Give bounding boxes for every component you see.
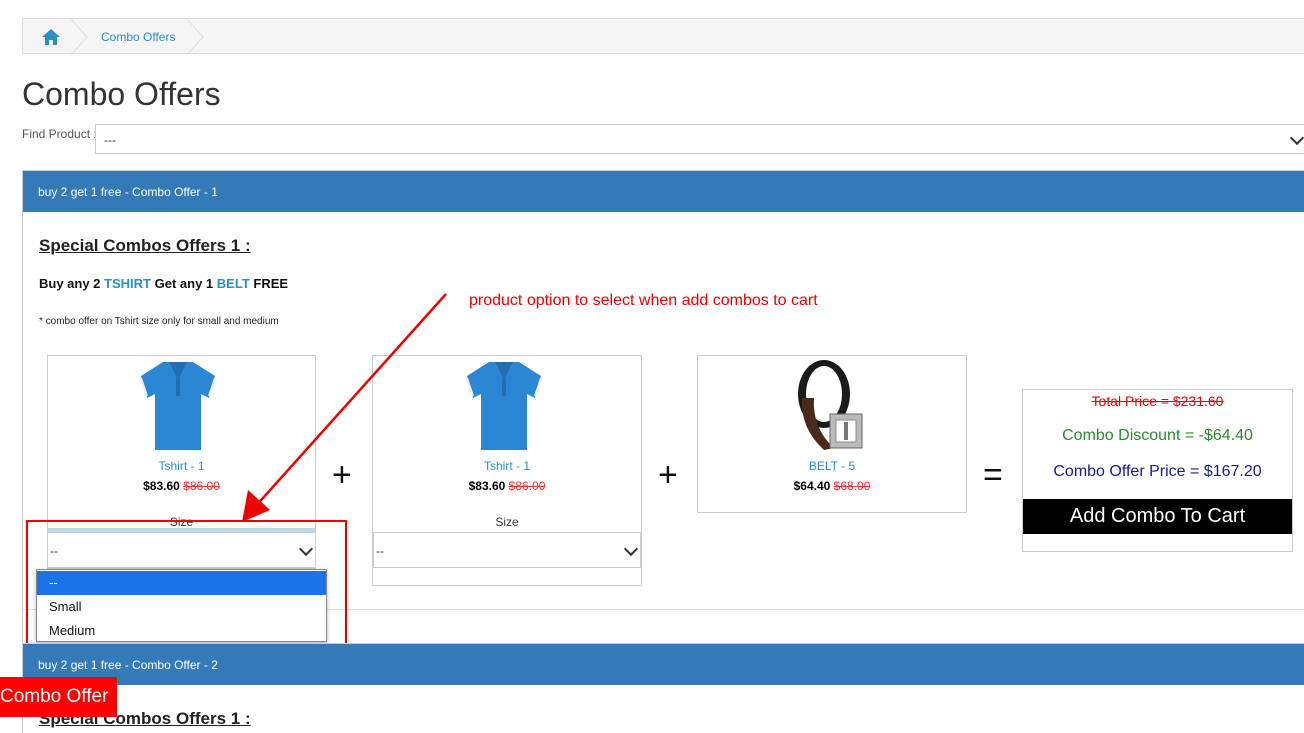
home-icon[interactable] bbox=[41, 28, 61, 46]
product-card-3: BELT - 5 $64.40 $68.00 bbox=[697, 355, 967, 513]
plus-sign: + bbox=[658, 456, 678, 494]
combo-offer-header-1: buy 2 get 1 free - Combo Offer - 1 bbox=[23, 171, 1304, 212]
price-old: $86.00 bbox=[183, 479, 220, 493]
tshirt-image[interactable] bbox=[465, 358, 543, 452]
combo-offer-tag[interactable]: Combo Offer bbox=[0, 677, 117, 717]
size-select-2[interactable]: -- bbox=[373, 532, 641, 568]
annotation-text: product option to select when add combos… bbox=[469, 292, 818, 309]
size-select-value: -- bbox=[376, 544, 384, 558]
free-label: FREE bbox=[253, 276, 289, 291]
page-title: Combo Offers bbox=[22, 76, 221, 112]
buy-item: TSHIRT bbox=[104, 276, 151, 291]
breadcrumb: Combo Offers bbox=[22, 18, 1304, 55]
breadcrumb-separator bbox=[187, 19, 204, 55]
special-offer-title: Special Combos Offers 1 : bbox=[39, 236, 251, 255]
price-current: $83.60 bbox=[468, 479, 506, 493]
chevron-down-icon bbox=[1289, 130, 1304, 146]
product-name[interactable]: BELT - 5 bbox=[698, 459, 966, 473]
combo-offer-header-text: buy 2 get 1 free - Combo Offer - 2 bbox=[38, 658, 218, 672]
breadcrumb-combo-offers-link[interactable]: Combo Offers bbox=[101, 30, 175, 44]
get-prefix: Get any 1 bbox=[154, 276, 214, 291]
combo-summary: Total Price = $231.60 Combo Discount = -… bbox=[1022, 389, 1293, 552]
combo-offer-header-text: buy 2 get 1 free - Combo Offer - 1 bbox=[38, 185, 218, 199]
price-old: $86.00 bbox=[508, 479, 546, 493]
offer-rule-line: Buy any 2 TSHIRT Get any 1 BELT FREE bbox=[39, 276, 288, 291]
get-item: BELT bbox=[216, 276, 250, 291]
annotation-arrow bbox=[242, 293, 447, 522]
chevron-down-icon bbox=[623, 541, 639, 557]
find-product-value: --- bbox=[104, 133, 116, 147]
combo-discount: Combo Discount = -$64.40 bbox=[1062, 427, 1253, 444]
breadcrumb-separator bbox=[71, 19, 88, 55]
price-current: $83.60 bbox=[143, 479, 180, 493]
belt-image[interactable] bbox=[794, 358, 872, 454]
tshirt-image[interactable] bbox=[139, 358, 217, 452]
find-product-label: Find Product : bbox=[22, 127, 97, 141]
equals-sign: = bbox=[983, 456, 1003, 494]
annotation-highlight-box bbox=[26, 520, 347, 653]
add-combo-to-cart-button[interactable]: Add Combo To Cart bbox=[1023, 499, 1292, 534]
total-price: Total Price = $231.60 bbox=[1091, 393, 1224, 409]
price-current: $64.40 bbox=[793, 479, 831, 493]
combo-offer-price: Combo Offer Price = $167.20 bbox=[1053, 463, 1262, 480]
combo-offer-header-2: buy 2 get 1 free - Combo Offer - 2 bbox=[23, 644, 1304, 685]
product-price: $64.40 $68.00 bbox=[698, 479, 966, 493]
price-old: $68.00 bbox=[833, 479, 871, 493]
buy-prefix: Buy any 2 bbox=[39, 276, 101, 291]
find-product-select[interactable]: --- bbox=[95, 124, 1304, 154]
